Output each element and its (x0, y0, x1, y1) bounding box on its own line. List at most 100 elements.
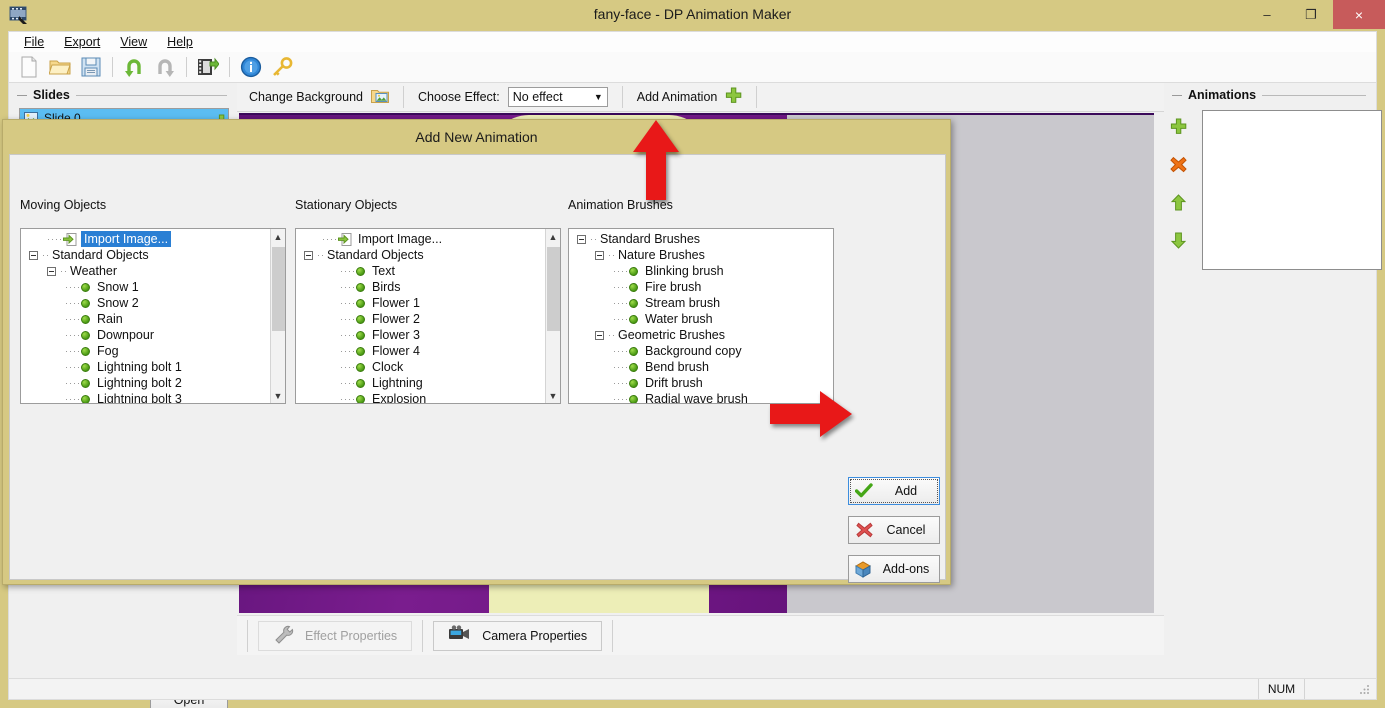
tree-item-label: Geometric Brushes (618, 328, 725, 342)
tree-item-lightning-bolt-1[interactable]: ···· Lightning bolt 1 (21, 359, 285, 375)
animations-list[interactable] (1202, 110, 1382, 270)
tree-item-weather[interactable]: ·· Weather (21, 263, 285, 279)
save-button[interactable] (77, 54, 105, 80)
moving-objects-tree[interactable]: ···· Import Image... ·· Standard Objects ·· W… (20, 228, 286, 404)
camera-properties-button[interactable]: Camera Properties (433, 620, 603, 651)
tree-item-flower-1[interactable]: ···· Flower 1 (296, 295, 560, 311)
collapse-expander-icon[interactable] (595, 330, 604, 340)
tree-item-water-brush[interactable]: ···· Water brush (569, 311, 833, 327)
open-folder-button[interactable] (46, 54, 74, 80)
tree-item-lightning-bolt-3[interactable]: ···· Lightning bolt 3 (21, 391, 285, 403)
scroll-down-arrow-icon[interactable]: ▼ (271, 388, 285, 403)
scroll-down-arrow-icon[interactable]: ▼ (546, 388, 560, 403)
tree-item-rain[interactable]: ···· Rain (21, 311, 285, 327)
tree-item-snow-2[interactable]: ···· Snow 2 (21, 295, 285, 311)
info-button[interactable] (237, 54, 265, 80)
collapse-expander-icon[interactable] (577, 234, 586, 244)
tree-connector: ···· (65, 346, 81, 356)
tree-connector: ···· (340, 378, 356, 388)
green-bullet-icon (629, 266, 638, 276)
tree-item-downpour[interactable]: ···· Downpour (21, 327, 285, 343)
tree-item-standard-brushes[interactable]: ·· Standard Brushes (569, 231, 833, 247)
tree-item-fire-brush[interactable]: ···· Fire brush (569, 279, 833, 295)
collapse-expander-icon[interactable] (29, 250, 38, 260)
tree-item-drift-brush[interactable]: ···· Drift brush (569, 375, 833, 391)
key-button[interactable] (268, 54, 296, 80)
tree-item-bend-brush[interactable]: ···· Bend brush (569, 359, 833, 375)
toolbar-separator-1 (112, 57, 113, 77)
tree-item-lightning[interactable]: ···· Lightning (296, 375, 560, 391)
minimize-button[interactable]: – (1245, 0, 1289, 29)
animation-brushes-tree[interactable]: ·· Standard Brushes ·· Nature Brushes ···· Bl… (568, 228, 834, 404)
scroll-up-arrow-icon[interactable]: ▲ (546, 229, 560, 244)
maximize-button[interactable]: ❐ (1289, 0, 1333, 29)
tree-item-birds[interactable]: ···· Birds (296, 279, 560, 295)
stationary-objects-tree[interactable]: ···· Import Image... ·· Standard Objects ···… (295, 228, 561, 404)
tree-item-geometric-brushes[interactable]: ·· Geometric Brushes (569, 327, 833, 343)
export-video-button[interactable] (194, 54, 222, 80)
tree-item-explosion[interactable]: ···· Explosion (296, 391, 560, 404)
collapse-expander-icon[interactable] (304, 250, 313, 260)
tree-item-snow-1[interactable]: ···· Snow 1 (21, 279, 285, 295)
undo-button[interactable] (120, 54, 148, 80)
tree-connector: ···· (340, 394, 356, 404)
tree-item-flower-2[interactable]: ···· Flower 2 (296, 311, 560, 327)
add-animation-arrow-icon[interactable] (1169, 107, 1187, 145)
menu-file[interactable]: File (15, 33, 53, 51)
add-button[interactable]: Add (848, 477, 940, 505)
tree-item-standard-objects[interactable]: ·· Standard Objects (296, 247, 560, 263)
tree-item-clock[interactable]: ···· Clock (296, 359, 560, 375)
tree-item-nature-brushes[interactable]: ·· Nature Brushes (569, 247, 833, 263)
tree-item-stream-brush[interactable]: ···· Stream brush (569, 295, 833, 311)
addons-box-icon (849, 560, 879, 578)
move-down-icon[interactable] (1169, 221, 1187, 259)
tree-item-label: Nature Brushes (618, 248, 705, 262)
close-button[interactable]: × (1333, 0, 1385, 29)
toolbar-separator-2 (186, 57, 187, 77)
delete-animation-icon[interactable] (1169, 145, 1187, 183)
effect-properties-button[interactable]: Effect Properties (258, 620, 413, 651)
camera-properties-label: Camera Properties (482, 628, 588, 643)
canvas-toolbar-separator-1 (402, 86, 404, 108)
tree-item-flower-4[interactable]: ···· Flower 4 (296, 343, 560, 359)
move-up-icon[interactable] (1169, 183, 1187, 221)
scrollbar-thumb[interactable] (272, 247, 285, 331)
plus-icon (725, 87, 742, 107)
tree-item-standard-objects[interactable]: ·· Standard Objects (21, 247, 285, 263)
tree-item-label: Rain (97, 312, 123, 326)
change-background-button[interactable]: Change Background (243, 88, 395, 107)
dialog-title: Add New Animation (415, 129, 538, 145)
stationary-objects-scrollbar[interactable]: ▲ ▼ (545, 229, 560, 403)
tree-item-lightning-bolt-2[interactable]: ···· Lightning bolt 2 (21, 375, 285, 391)
choose-effect-select[interactable]: No effect ▼ (507, 87, 608, 107)
tree-item-blinking-brush[interactable]: ···· Blinking brush (569, 263, 833, 279)
menu-help-label: Help (167, 35, 193, 49)
tree-item-import-image[interactable]: ···· Import Image... (21, 231, 285, 247)
resize-grip-icon[interactable] (1354, 679, 1376, 699)
menu-view[interactable]: View (111, 33, 156, 51)
collapse-expander-icon[interactable] (47, 266, 56, 276)
bottom-sep-1 (422, 619, 424, 652)
scrollbar-thumb[interactable] (547, 247, 560, 331)
tree-item-background-copy[interactable]: ···· Background copy (569, 343, 833, 359)
tree-item-label: Import Image... (358, 232, 443, 246)
add-animation-button[interactable]: Add Animation (631, 87, 749, 107)
addons-button[interactable]: Add-ons (848, 555, 940, 583)
tree-connector: ···· (613, 314, 629, 324)
canvas-toolbar: Change Background Choose Effect: No effe… (237, 83, 1197, 112)
moving-objects-scrollbar[interactable]: ▲ ▼ (270, 229, 285, 403)
tree-item-text[interactable]: ···· Text (296, 263, 560, 279)
new-document-button[interactable] (15, 54, 43, 80)
redo-button[interactable] (151, 54, 179, 80)
green-bullet-icon (356, 394, 365, 403)
menu-help[interactable]: Help (158, 33, 202, 51)
tree-item-fog[interactable]: ···· Fog (21, 343, 285, 359)
scroll-up-arrow-icon[interactable]: ▲ (271, 229, 285, 244)
collapse-expander-icon[interactable] (595, 250, 604, 260)
cancel-button[interactable]: Cancel (848, 516, 940, 544)
choose-effect-value: No effect (512, 90, 563, 104)
tree-item-flower-3[interactable]: ···· Flower 3 (296, 327, 560, 343)
tree-item-import-image[interactable]: ···· Import Image... (296, 231, 560, 247)
menu-export[interactable]: Export (55, 33, 109, 51)
slides-group-header: Slides (9, 83, 237, 104)
